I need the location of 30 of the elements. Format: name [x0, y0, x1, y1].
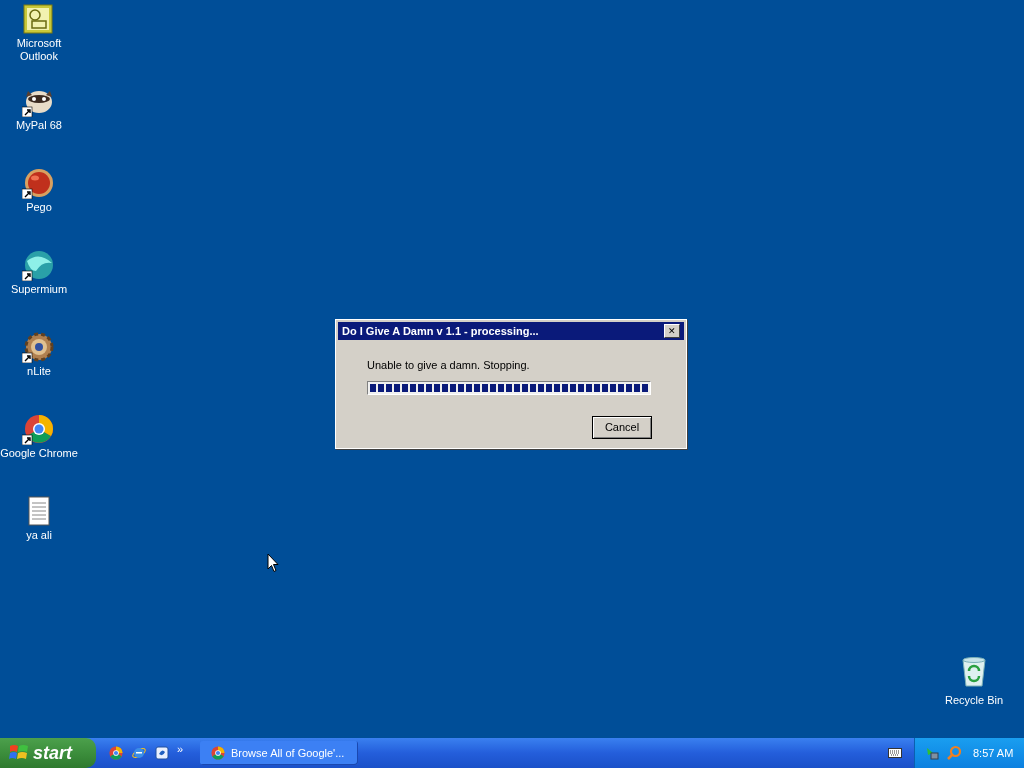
close-button[interactable]: ✕ [664, 324, 680, 338]
start-button[interactable]: start [0, 738, 96, 768]
chrome-icon[interactable] [108, 745, 124, 761]
icon-label: Google Chrome [0, 447, 79, 460]
cancel-button[interactable]: Cancel [592, 415, 652, 439]
windows-logo-icon [9, 744, 29, 762]
mail-icon[interactable] [154, 745, 170, 761]
recycle-bin-icon[interactable] [959, 656, 989, 688]
chrome-shortcut-icon[interactable] [22, 413, 56, 445]
icon-label: Microsoft Outlook [15, 37, 63, 63]
window-title: Do I Give A Damn v 1.1 - processing... [342, 323, 539, 339]
keyboard-icon[interactable] [888, 748, 902, 758]
gear-shortcut-icon[interactable] [22, 331, 56, 363]
icon-label: nLite [26, 365, 52, 378]
chrome-icon[interactable] [210, 745, 226, 761]
icon-label: Supermium [9, 283, 69, 296]
orb-shortcut-icon[interactable] [22, 167, 56, 199]
clock: 8:57 AM [973, 745, 1014, 761]
browser-e-icon[interactable] [131, 745, 147, 761]
icon-label: MyPal 68 [15, 119, 63, 132]
status-message: Unable to give a damn. Stopping. [367, 358, 531, 373]
chevron[interactable]: » [177, 740, 184, 758]
icon-label: Recycle Bin [944, 693, 1004, 708]
sphere-shortcut-icon[interactable] [22, 249, 56, 281]
icon-label: Pego [25, 201, 53, 214]
icon-label: ya ali [25, 529, 53, 542]
network-icon[interactable] [925, 745, 941, 761]
mouse-pointer-icon [267, 553, 279, 573]
taskbar-button[interactable]: Browse All of Google'... [200, 741, 358, 765]
calendar-envelope-icon[interactable] [22, 3, 56, 35]
